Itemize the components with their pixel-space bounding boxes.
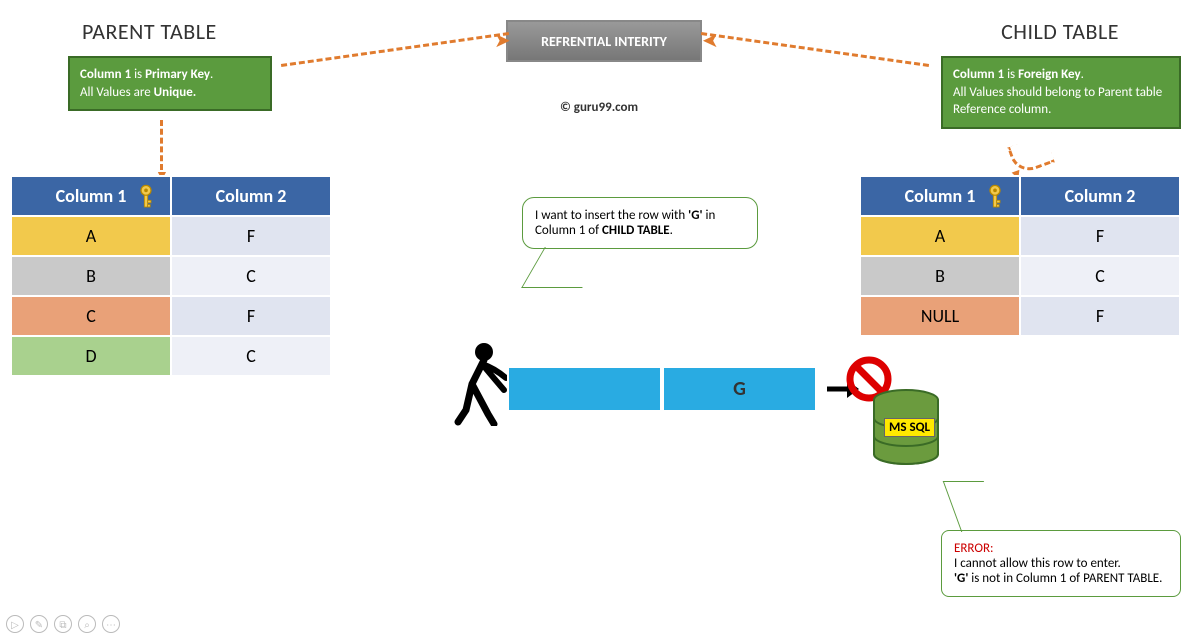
child-key-note: Column 1 is Foreign Key.All Values shoul… — [941, 56, 1181, 129]
cell: B — [11, 256, 171, 296]
table-row: NULLF — [860, 296, 1180, 336]
pen-icon[interactable]: ✎ — [30, 615, 48, 633]
arrow-head-icon: ➤ — [494, 28, 511, 53]
key-icon — [985, 183, 1005, 211]
dashed-arrow-right — [701, 32, 929, 67]
child-col2-header: Column 2 — [1020, 176, 1180, 216]
insert-row: G — [507, 366, 861, 412]
cell: D — [11, 336, 171, 376]
cell: F — [171, 296, 331, 336]
table-row: BC — [11, 256, 331, 296]
cell: C — [1020, 256, 1180, 296]
error-label: ERROR: — [954, 541, 993, 556]
database-label: MS SQL — [884, 418, 935, 437]
error-speech-bubble: ERROR: I cannot allow this row to enter.… — [941, 530, 1181, 597]
cell: A — [11, 216, 171, 256]
dashed-arrow-down-right — [1007, 134, 1055, 176]
parent-table-body: AFBCCFDC — [11, 216, 331, 376]
table-row: DC — [11, 336, 331, 376]
insert-cell-1 — [507, 366, 662, 412]
insert-cell-2: G — [662, 366, 817, 412]
cell: F — [1020, 216, 1180, 256]
table-row: AF — [11, 216, 331, 256]
cell: C — [171, 336, 331, 376]
copyright-text: © guru99.com — [560, 100, 638, 115]
referential-integrity-box: REFRENTIAL INTERITY — [506, 20, 702, 62]
cell: F — [1020, 296, 1180, 336]
table-row: CF — [11, 296, 331, 336]
cell: F — [171, 216, 331, 256]
arrow-head-icon: ➤ — [702, 28, 719, 53]
cell: NULL — [860, 296, 1020, 336]
dashed-arrow-down-left — [160, 120, 163, 170]
play-icon[interactable]: ▷ — [6, 615, 24, 633]
child-table-body: AFBCNULLF — [860, 216, 1180, 336]
parent-col1-header: Column 1 — [11, 176, 171, 216]
insert-speech-bubble: I want to insert the row with 'G' in Col… — [522, 197, 758, 249]
parent-table-title: PARENT TABLE — [82, 18, 217, 45]
more-icon[interactable]: ⋯ — [102, 615, 120, 633]
parent-key-note: Column 1 is Primary Key.All Values are U… — [68, 56, 272, 111]
table-row: AF — [860, 216, 1180, 256]
cell: C — [11, 296, 171, 336]
table-row: BC — [860, 256, 1180, 296]
cell: A — [860, 216, 1020, 256]
child-table-title: CHILD TABLE — [1001, 18, 1119, 45]
copy-icon[interactable]: ⧉ — [54, 615, 72, 633]
header-label: Column 1 — [56, 185, 127, 207]
dashed-arrow-left — [281, 32, 509, 67]
zoom-icon[interactable]: ⌕ — [78, 615, 96, 633]
cell: C — [171, 256, 331, 296]
footer-toolbar: ▷ ✎ ⧉ ⌕ ⋯ — [6, 615, 120, 633]
header-label: Column 1 — [905, 185, 976, 207]
error-text: I cannot allow this row to enter.'G' is … — [954, 556, 1162, 586]
child-table: Column 1 Column 2 AFBCNULLF — [859, 175, 1181, 337]
parent-col2-header: Column 2 — [171, 176, 331, 216]
key-icon — [136, 183, 156, 211]
parent-table: Column 1 Column 2 AFBCCFDC — [10, 175, 332, 377]
child-col1-header: Column 1 — [860, 176, 1020, 216]
cell: B — [860, 256, 1020, 296]
